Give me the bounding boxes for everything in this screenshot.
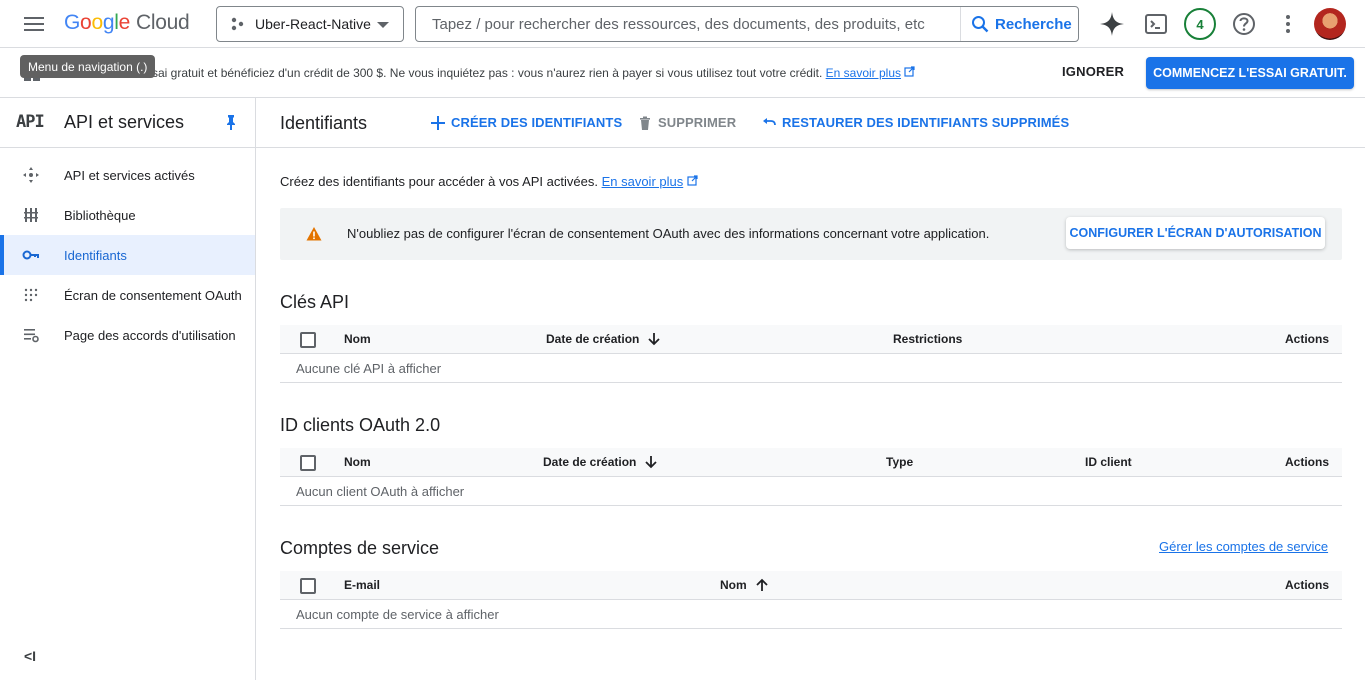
trash-icon (640, 116, 650, 130)
configure-consent-screen-button[interactable]: CONFIGURER L'ÉCRAN D'AUTORISATION (1066, 217, 1325, 249)
learn-more-link[interactable]: En savoir plus (602, 174, 684, 189)
chevron-down-icon (377, 22, 389, 28)
column-header: Nom (344, 332, 371, 346)
select-all-checkbox[interactable] (300, 455, 316, 471)
undo-icon (763, 117, 776, 125)
search-input[interactable] (416, 7, 960, 41)
sidebar-item-enabled-apis[interactable]: API et services activés (0, 155, 255, 195)
sidebar-item-library[interactable]: Bibliothèque (0, 195, 255, 235)
sidebar-item-credentials[interactable]: Identifiants (0, 235, 255, 275)
column-header-sortable[interactable]: Nom (720, 578, 769, 592)
warning-icon (306, 227, 322, 241)
sidebar-header: API API et services (0, 98, 255, 148)
api-keys-title: Clés API (280, 292, 350, 312)
column-header: Type (886, 455, 914, 469)
search-box: Recherche (415, 6, 1079, 42)
gemini-sparkle-icon[interactable] (1098, 10, 1126, 38)
user-avatar[interactable] (1314, 8, 1346, 40)
project-icon (231, 17, 244, 31)
pin-icon[interactable] (222, 113, 240, 131)
cloud-shell-terminal-icon[interactable] (1142, 10, 1170, 38)
empty-row: Aucune clé API à afficher (280, 354, 1342, 383)
restore-credentials-button[interactable]: RESTAURER DES IDENTIFIANTS SUPPRIMÉS (762, 115, 1069, 130)
hamburger-menu-icon[interactable] (22, 14, 46, 34)
top-bar: GoogleCloud Uber-React-Native Recherche … (0, 0, 1365, 48)
services-icon (23, 167, 39, 183)
empty-row: Aucun client OAuth à afficher (280, 477, 1342, 506)
external-link-icon (687, 175, 698, 186)
sidebar-item-usage-agreements[interactable]: Page des accords d'utilisation (0, 315, 255, 355)
banner-learn-more-link[interactable]: En savoir plus (826, 66, 901, 80)
column-header: Actions (1285, 332, 1330, 346)
column-header: Nom (344, 455, 371, 469)
consent-icon (24, 288, 38, 302)
project-name: Uber-React-Native (255, 16, 371, 32)
manage-service-accounts-link[interactable]: Gérer les comptes de service (1159, 539, 1328, 554)
column-header: E-mail (344, 578, 381, 592)
collapse-sidebar-icon[interactable]: <I (24, 648, 36, 664)
search-icon (972, 16, 989, 33)
sidebar: API API et services API et services acti… (0, 98, 256, 680)
oauth-clients-title: ID clients OAuth 2.0 (280, 415, 441, 435)
api-logo: API (16, 112, 45, 132)
key-icon (22, 250, 39, 260)
column-header: Actions (1285, 455, 1330, 469)
sidebar-item-oauth-consent[interactable]: Écran de consentement OAuth (0, 275, 255, 315)
column-header-sortable[interactable]: Date de création (543, 455, 658, 469)
notifications-badge[interactable]: 4 (1184, 8, 1216, 40)
column-header: ID client (1085, 455, 1132, 469)
oauth-clients-table-header: Nom Date de création Type ID client Acti… (280, 448, 1342, 477)
arrow-up-icon[interactable] (755, 578, 769, 592)
service-accounts-title: Comptes de service (280, 538, 440, 558)
oauth-warning-banner: N'oubliez pas de configurer l'écran de c… (280, 208, 1342, 260)
select-all-checkbox[interactable] (300, 578, 316, 594)
search-button[interactable]: Recherche (960, 7, 1078, 41)
help-icon[interactable] (1230, 10, 1258, 38)
delete-button[interactable]: SUPPRIMER (638, 115, 736, 130)
navigation-menu-tooltip: Menu de navigation (.) (20, 55, 156, 78)
arrow-down-icon[interactable] (644, 455, 658, 469)
page-title: Identifiants (280, 113, 368, 133)
api-keys-table-header: Nom Date de création Restrictions Action… (280, 325, 1342, 354)
create-credentials-button[interactable]: CRÉER DES IDENTIFIANTS (431, 115, 622, 130)
more-vert-icon[interactable] (1274, 10, 1302, 38)
banner-message: ssai gratuit et bénéficiez d'un crédit d… (146, 66, 915, 80)
project-selector[interactable]: Uber-React-Native (216, 6, 404, 42)
start-free-trial-button[interactable]: COMMENCEZ L'ESSAI GRATUIT. (1146, 57, 1354, 89)
service-accounts-table-header: E-mail Nom Actions (280, 571, 1342, 600)
empty-row: Aucun compte de service à afficher (280, 600, 1342, 629)
arrow-down-icon[interactable] (647, 332, 661, 346)
external-link-icon (904, 66, 915, 77)
agreements-icon (24, 329, 39, 343)
column-header: Restrictions (893, 332, 963, 346)
warning-text: N'oubliez pas de configurer l'écran de c… (347, 226, 990, 241)
google-cloud-logo[interactable]: Google Cloud (64, 11, 190, 35)
column-header: Actions (1285, 578, 1330, 592)
column-header-sortable[interactable]: Date de création (546, 332, 661, 346)
intro-text: Créez des identifiants pour accéder à vo… (280, 174, 698, 189)
select-all-checkbox[interactable] (300, 332, 316, 348)
sidebar-title: API et services (64, 112, 185, 132)
library-icon (24, 208, 38, 222)
ignore-button[interactable]: IGNORER (1062, 64, 1124, 79)
add-icon (431, 115, 445, 130)
